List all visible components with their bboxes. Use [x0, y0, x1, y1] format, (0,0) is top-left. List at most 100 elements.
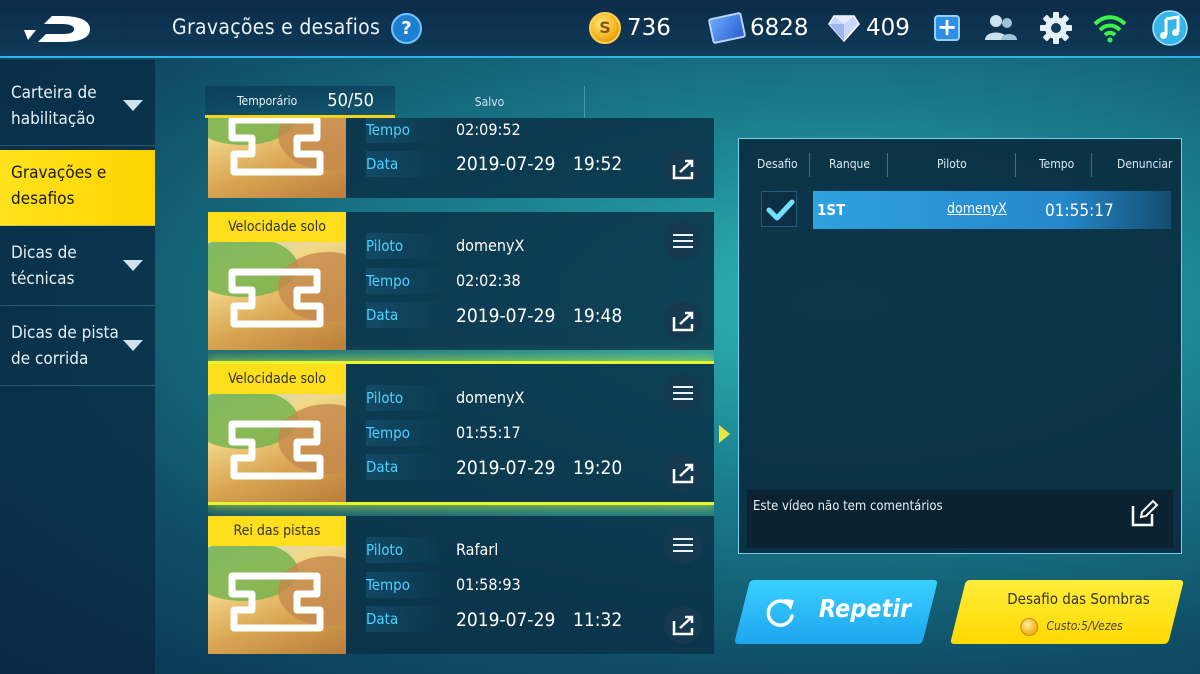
sidebar-item-dicas-tecnicas[interactable]: Dicas de técnicas	[0, 230, 155, 306]
track-thumbnail: Velocidade solo	[208, 364, 346, 502]
tempo-label: Tempo	[366, 118, 446, 143]
date-value: 2019-07-29	[456, 609, 556, 631]
question-icon[interactable]: ?	[391, 13, 422, 44]
refresh-icon	[766, 599, 794, 627]
piloto-value: Rafarl	[456, 540, 499, 559]
record-list[interactable]: Tempo 02:09:52 Data 2019-07-29 19:52 Vel…	[208, 118, 714, 674]
data-label: Data	[366, 454, 446, 480]
header-ranque: Ranque	[829, 157, 871, 171]
tempo-label: Tempo	[366, 572, 446, 598]
tempo-value: 02:09:52	[456, 120, 521, 139]
gem-balance: 409	[828, 12, 910, 44]
record-card[interactable]: Tempo 02:09:52 Data 2019-07-29 19:52	[208, 118, 714, 198]
sidebar-item-dicas-pista[interactable]: Dicas de pista de corrida	[0, 310, 155, 386]
rank-value: 1ST	[817, 201, 846, 219]
tempo-label: Tempo	[366, 420, 446, 446]
coin-icon	[1020, 618, 1039, 636]
shadow-challenge-label: Desafio das Sombras	[1007, 590, 1150, 608]
shadow-challenge-button[interactable]: Desafio das Sombras Custo:5/Vezes	[950, 580, 1184, 644]
data-label: Data	[366, 302, 446, 328]
track-thumbnail: Rei das pistas	[208, 516, 346, 654]
chevron-down-icon	[123, 100, 143, 111]
mode-badge: Velocidade solo	[208, 212, 346, 242]
time-value: 19:52	[573, 153, 623, 175]
menu-button[interactable]	[664, 222, 702, 260]
header-piloto: Piloto	[937, 157, 967, 171]
share-icon	[672, 463, 694, 484]
mode-badge: Velocidade solo	[208, 364, 346, 394]
tab-label: Temporário	[237, 93, 298, 108]
header-desafio: Desafio	[757, 157, 798, 171]
date-value: 2019-07-29	[456, 153, 556, 175]
tempo-value: 01:55:17	[456, 423, 521, 442]
header-denunciar: Denunciar	[1117, 157, 1173, 171]
track-thumbnail: Velocidade solo	[208, 212, 346, 350]
data-label: Data	[366, 151, 446, 177]
time-value: 19:48	[573, 305, 623, 327]
gear-icon[interactable]	[1038, 10, 1074, 46]
sidebar: Carteira de habilitação Gravações e desa…	[0, 60, 155, 674]
card-count: 6828	[750, 15, 809, 41]
coin-icon: S	[589, 12, 621, 44]
time-value: 11:32	[573, 609, 623, 631]
checkmark-icon	[766, 199, 795, 221]
tempo-value: 02:02:38	[456, 271, 521, 290]
sidebar-item-label: Gravações e	[11, 163, 107, 183]
share-button[interactable]	[664, 150, 702, 188]
tab-salvo[interactable]: Salvo	[395, 86, 585, 118]
card-balance: 6828	[707, 11, 809, 45]
tab-count: 50/50	[327, 90, 374, 111]
share-icon	[672, 159, 694, 180]
game-logo[interactable]	[22, 10, 94, 48]
piloto-value: domenyX	[456, 388, 525, 407]
chevron-down-icon	[123, 260, 143, 271]
share-button[interactable]	[664, 454, 702, 492]
track-map-icon	[228, 268, 324, 328]
top-bar: Gravações e desafios ? S 736 6828 409 +	[0, 0, 1200, 58]
mode-badge: Rei das pistas	[208, 516, 346, 546]
ranking-row[interactable]: 1ST domenyX 01:55:17	[813, 191, 1171, 229]
edit-icon[interactable]	[1129, 498, 1159, 528]
page-title: Gravações e desafios	[172, 15, 381, 39]
shadow-challenge-cost: Custo:5/Vezes	[1046, 619, 1123, 633]
piloto-link[interactable]: domenyX	[947, 201, 1007, 217]
coin-balance: S 736	[589, 12, 671, 44]
share-button[interactable]	[664, 302, 702, 340]
music-icon[interactable]	[1152, 10, 1188, 46]
track-map-icon	[228, 572, 324, 632]
sidebar-item-carteira[interactable]: Carteira de habilitação	[0, 70, 155, 146]
tempo-label: Tempo	[366, 268, 446, 294]
data-label: Data	[366, 606, 446, 632]
comment-text: Este vídeo não tem comentários	[753, 499, 943, 514]
share-button[interactable]	[664, 606, 702, 644]
repeat-label: Repetir	[818, 594, 912, 623]
comment-box[interactable]: Este vídeo não tem comentários	[747, 490, 1173, 548]
menu-button[interactable]	[664, 374, 702, 412]
share-icon	[672, 311, 694, 332]
challenge-checkbox[interactable]	[761, 191, 797, 227]
record-card-selected[interactable]: Velocidade solo Piloto domenyX Tempo 01:…	[208, 361, 714, 505]
diamond-icon	[828, 15, 860, 42]
tab-temporario[interactable]: Temporário 50/50	[205, 86, 395, 118]
sidebar-item-label: desafios	[11, 189, 75, 209]
friends-icon[interactable]	[983, 10, 1019, 46]
tab-label: Salvo	[474, 95, 505, 109]
gem-count: 409	[866, 15, 910, 41]
chevron-down-icon	[123, 340, 143, 351]
record-card[interactable]: Rei das pistas Piloto Rafarl Tempo 01:58…	[208, 516, 714, 654]
record-card[interactable]: Velocidade solo Piloto domenyX Tempo 02:…	[208, 212, 714, 350]
piloto-value: domenyX	[456, 236, 525, 255]
piloto-label: Piloto	[366, 233, 446, 259]
header-tempo: Tempo	[1039, 157, 1075, 171]
sidebar-item-gravacoes[interactable]: Gravações e desafios	[0, 150, 155, 226]
menu-button[interactable]	[664, 526, 702, 564]
ranking-panel: Desafio Ranque Piloto Tempo Denunciar 1S…	[738, 138, 1182, 554]
repeat-button[interactable]: Repetir	[734, 580, 938, 644]
piloto-label: Piloto	[366, 537, 446, 563]
tempo-value: 01:55:17	[1045, 201, 1114, 221]
track-map-icon	[228, 420, 324, 480]
track-thumbnail	[208, 118, 346, 198]
add-currency-button[interactable]: +	[934, 15, 960, 41]
date-value: 2019-07-29	[456, 457, 556, 479]
track-map-icon	[228, 118, 324, 176]
